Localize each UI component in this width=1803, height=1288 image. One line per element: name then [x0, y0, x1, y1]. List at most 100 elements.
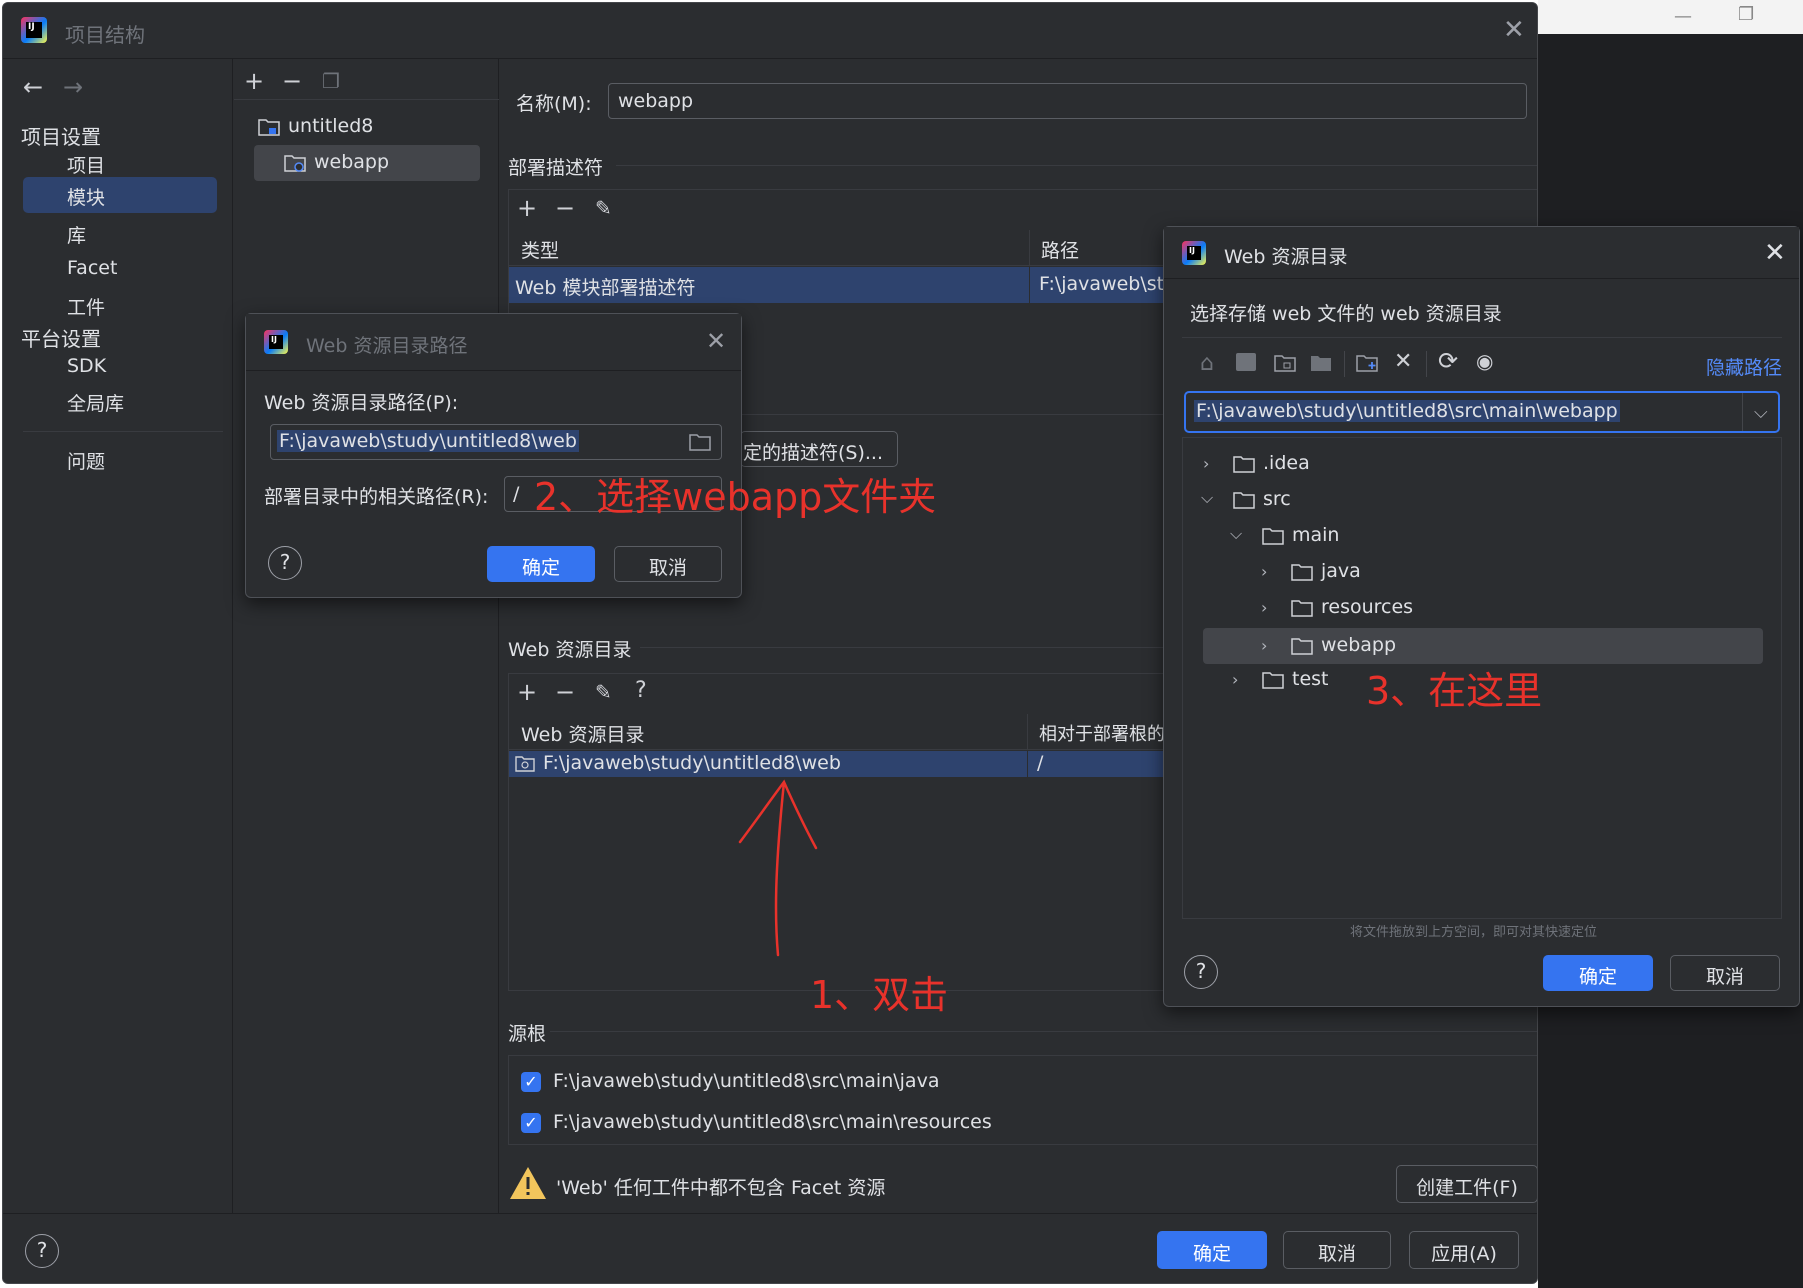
project-folder-icon[interactable] [1274, 353, 1296, 373]
path-value: F:\javaweb\study\untitled8\web [277, 430, 579, 452]
chevron-down-icon[interactable]: ⌵ [1754, 402, 1768, 423]
help-button[interactable]: ? [25, 1234, 59, 1268]
hide-path-link[interactable]: 隐藏路径 [1706, 353, 1782, 380]
help-button[interactable]: ? [268, 546, 302, 580]
server-descriptor-button[interactable]: 定的描述符(S)... [740, 431, 898, 467]
sidebar-item-facets[interactable]: Facet [67, 257, 117, 279]
tree-node-resources[interactable]: › resources [1193, 592, 1763, 624]
back-arrow-icon[interactable]: ← [23, 73, 43, 101]
refresh-icon[interactable]: ⟳ [1438, 347, 1458, 375]
name-label: 名称(M): [516, 93, 592, 115]
help-button[interactable]: ? [1184, 955, 1218, 989]
cancel-button[interactable]: 取消 [1283, 1231, 1391, 1269]
tree-node-idea[interactable]: › .idea [1193, 448, 1763, 480]
cancel-label: 取消 [1317, 1243, 1356, 1265]
sidebar-item-label: 模块 [67, 187, 106, 209]
module-folder-icon[interactable] [1310, 353, 1332, 373]
show-hidden-icon[interactable]: ◉ [1476, 349, 1493, 373]
remove-icon[interactable]: − [282, 69, 302, 93]
annotation-step-1: 1、双击 [810, 973, 949, 1017]
column-separator [1029, 230, 1030, 266]
chevron-right-icon[interactable]: › [1203, 454, 1209, 473]
chevron-down-icon[interactable]: ⌵ [1201, 488, 1213, 508]
intellij-logo-icon: IJ [1182, 241, 1206, 265]
cancel-label: 取消 [648, 557, 687, 579]
close-icon[interactable]: ✕ [1503, 17, 1525, 43]
chevron-right-icon[interactable]: › [1261, 636, 1267, 655]
minimize-icon[interactable]: — [1674, 6, 1692, 27]
forward-arrow-icon[interactable]: → [63, 73, 83, 101]
sidebar-divider [23, 431, 223, 432]
ok-button[interactable]: 确定 [1543, 955, 1653, 991]
tree-node-webapp[interactable]: webapp [254, 145, 480, 181]
sidebar-item-problems[interactable]: 问题 [67, 447, 105, 474]
ok-button[interactable]: 确定 [1157, 1231, 1267, 1269]
name-value: webapp [618, 90, 694, 112]
help-icon[interactable]: ? [635, 680, 647, 702]
tree-node-label: resources [1321, 596, 1414, 618]
sidebar-item-global-libraries[interactable]: 全局库 [67, 389, 124, 416]
sidebar-item-artifacts[interactable]: 工件 [67, 293, 105, 320]
checkbox-checked-icon[interactable]: ✓ [521, 1113, 541, 1133]
folder-icon [1233, 456, 1255, 473]
sidebar-item-sdk[interactable]: SDK [67, 355, 106, 377]
relative-path-value: / [513, 483, 520, 505]
close-icon[interactable]: ✕ [706, 329, 726, 353]
tree-node-untitled8[interactable]: untitled8 [258, 113, 478, 143]
chevron-right-icon[interactable]: › [1261, 598, 1267, 617]
cancel-label: 取消 [1705, 966, 1744, 988]
path-label: Web 资源目录路径(P): [264, 392, 459, 414]
tree-node-webapp[interactable]: › webapp [1203, 628, 1763, 664]
chevron-right-icon[interactable]: › [1261, 562, 1267, 581]
source-root-item[interactable]: ✓ F:\javaweb\study\untitled8\src\main\re… [521, 1111, 1421, 1137]
desktop-icon[interactable] [1236, 353, 1256, 371]
tree-node-java[interactable]: › java [1193, 556, 1763, 588]
sidebar-item-libraries[interactable]: 库 [67, 221, 86, 248]
remove-web-root-icon[interactable]: − [555, 680, 575, 704]
dialog-titlebar: IJ Web 资源目录路径 ✕ [246, 314, 741, 371]
delete-icon[interactable]: ✕ [1394, 349, 1412, 374]
checkbox-checked-icon[interactable]: ✓ [521, 1072, 541, 1092]
tree-node-main[interactable]: ⌵ main [1193, 520, 1763, 552]
remove-descriptor-icon[interactable]: − [555, 196, 575, 220]
web-module-icon [284, 155, 306, 172]
path-input[interactable]: F:\javaweb\study\untitled8\web [270, 424, 722, 460]
section-divider [550, 1031, 1537, 1032]
edit-descriptor-icon[interactable]: ✎ [595, 198, 612, 218]
background-window-titlebar: — ❐ [1538, 0, 1803, 34]
source-root-path: F:\javaweb\study\untitled8\src\main\java [553, 1070, 940, 1092]
section-divider [616, 165, 1537, 166]
add-web-root-icon[interactable]: + [517, 680, 537, 704]
warning-text: 'Web' 任何工件中都不包含 Facet 资源 [556, 1177, 886, 1199]
sidebar-item-project[interactable]: 项目 [67, 151, 105, 178]
folder-icon [1262, 528, 1284, 545]
dialog-title: Web 资源目录路径 [306, 335, 468, 357]
home-icon[interactable]: ⌂ [1200, 351, 1214, 376]
new-folder-icon[interactable] [1356, 353, 1380, 373]
create-artifact-button[interactable]: 创建工件(F) [1396, 1165, 1537, 1203]
ok-button[interactable]: 确定 [487, 546, 595, 582]
add-descriptor-icon[interactable]: + [517, 196, 537, 220]
edit-web-root-icon[interactable]: ✎ [595, 682, 612, 702]
add-icon[interactable]: + [244, 69, 264, 93]
create-artifact-label: 创建工件(F) [1416, 1177, 1518, 1199]
toolbar-separator [1344, 351, 1345, 377]
source-root-item[interactable]: ✓ F:\javaweb\study\untitled8\src\main\ja… [521, 1070, 1421, 1096]
dialog-title: Web 资源目录 [1224, 246, 1348, 268]
cancel-button[interactable]: 取消 [614, 546, 722, 582]
copy-icon[interactable]: ❐ [322, 71, 340, 91]
server-descriptor-label: 定的描述符(S)... [742, 442, 883, 464]
close-icon[interactable]: ✕ [1764, 240, 1786, 266]
browse-folder-icon[interactable] [689, 433, 711, 451]
path-combobox[interactable]: F:\javaweb\study\untitled8\src\main\weba… [1184, 391, 1780, 433]
web-dir-relative: / [1037, 752, 1044, 774]
name-input[interactable]: webapp [608, 83, 1527, 119]
cancel-button[interactable]: 取消 [1670, 955, 1780, 991]
apply-button[interactable]: 应用(A) [1409, 1231, 1519, 1269]
tree-node-src[interactable]: ⌵ src [1193, 484, 1763, 516]
sidebar-item-modules[interactable]: 模块 [23, 177, 217, 213]
restore-icon[interactable]: ❐ [1738, 4, 1754, 25]
chevron-right-icon[interactable]: › [1232, 670, 1238, 689]
chevron-down-icon[interactable]: ⌵ [1230, 524, 1242, 544]
dialog-titlebar: IJ Web 资源目录 ✕ [1164, 227, 1799, 279]
